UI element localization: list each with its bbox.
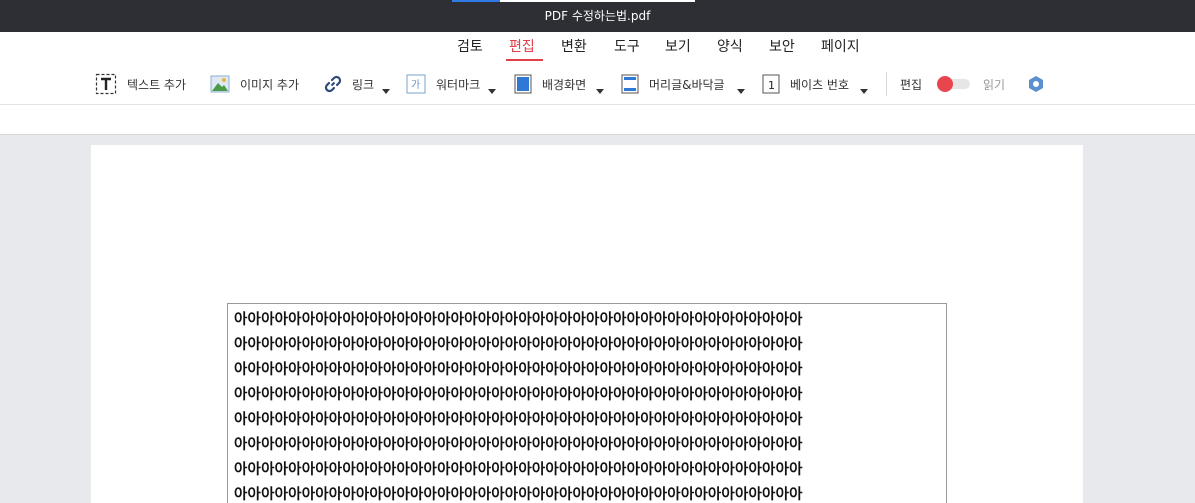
watermark-icon: 가 <box>406 74 426 94</box>
image-icon <box>210 75 230 93</box>
text-line[interactable]: 아아아아아아아아아아아아아아아아아아아아아아아아아아아아아아아아아아아아아아아아… <box>234 386 803 404</box>
watermark-label: 워터마크 <box>436 77 481 92</box>
background-label: 배경화면 <box>542 77 587 92</box>
svg-text:가: 가 <box>411 79 420 91</box>
link-button[interactable]: 링크 <box>324 64 374 104</box>
text-line[interactable]: 아아아아아아아아아아아아아아아아아아아아아아아아아아아아아아아아아아아아아아아아… <box>234 411 803 429</box>
background-button[interactable]: 배경화면 <box>514 64 586 104</box>
menu-form[interactable]: 양식 <box>717 38 743 56</box>
text-line[interactable]: 아아아아아아아아아아아아아아아아아아아아아아아아아아아아아아아아아아아아아아아아… <box>234 336 803 354</box>
text-line[interactable]: 아아아아아아아아아아아아아아아아아아아아아아아아아아아아아아아아아아아아아아아아… <box>234 361 803 379</box>
header-footer-icon <box>621 74 639 94</box>
text-line[interactable]: 아아아아아아아아아아아아아아아아아아아아아아아아아아아아아아아아아아아아아아아아… <box>234 311 803 329</box>
text-line[interactable]: 아아아아아아아아아아아아아아아아아아아아아아아아아아아아아아아아아아아아아아아아… <box>234 436 803 454</box>
text-box-icon <box>95 73 117 95</box>
secondary-toolbar <box>0 104 1195 135</box>
add-image-button[interactable]: 이미지 추가 <box>210 64 299 104</box>
menu-convert[interactable]: 변환 <box>561 38 587 56</box>
text-box[interactable]: 아아아아아아아아아아아아아아아아아아아아아아아아아아아아아아아아아아아아아아아아… <box>227 303 947 503</box>
background-icon <box>514 74 532 94</box>
settings-button[interactable] <box>1027 64 1045 104</box>
window-title: PDF 수정하는법.pdf <box>544 9 651 23</box>
edit-mode-label: 편집 <box>900 77 923 92</box>
link-icon <box>324 75 342 93</box>
link-label: 링크 <box>352 77 375 92</box>
number-icon: 1 <box>762 74 780 94</box>
menu-edit[interactable]: 편집 <box>509 38 535 56</box>
svg-text:1: 1 <box>768 79 775 92</box>
menu-page[interactable]: 페이지 <box>821 38 860 56</box>
text-line[interactable]: 아아아아아아아아아아아아아아아아아아아아아아아아아아아아아아아아아아아아아아아아… <box>234 461 803 479</box>
menu-view[interactable]: 보기 <box>665 38 691 56</box>
hexagon-settings-icon <box>1027 75 1045 93</box>
menu-bar: 검토 편집 변환 도구 보기 양식 보안 페이지 <box>0 32 1195 64</box>
menu-review[interactable]: 검토 <box>457 38 483 56</box>
header-footer-dropdown-icon[interactable] <box>737 89 745 94</box>
header-footer-button[interactable]: 머리글&바닥글 <box>621 64 725 104</box>
toolbar-divider <box>886 72 887 96</box>
add-image-label: 이미지 추가 <box>240 77 300 92</box>
background-dropdown-icon[interactable] <box>596 89 604 94</box>
header-footer-label: 머리글&바닥글 <box>649 77 725 92</box>
edit-toolbar: 텍스트 추가 이미지 추가 링크 가 워터마크 배경화면 머리글&바닥글 1 베… <box>0 64 1195 104</box>
link-dropdown-icon[interactable] <box>382 89 390 94</box>
menu-security[interactable]: 보안 <box>769 38 795 56</box>
active-tab-indicator <box>452 0 500 2</box>
read-mode-label-wrap: 읽기 <box>983 64 1005 104</box>
bates-number-label: 베이츠 번호 <box>790 77 850 92</box>
bates-number-button[interactable]: 1 베이츠 번호 <box>762 64 849 104</box>
text-line[interactable]: 아아아아아아아아아아아아아아아아아아아아아아아아아아아아아아아아아아아아아아아아… <box>234 486 803 503</box>
add-text-label: 텍스트 추가 <box>127 77 187 92</box>
edit-mode-label-wrap: 편집 <box>900 64 922 104</box>
edit-read-toggle-knob[interactable] <box>937 76 953 92</box>
watermark-dropdown-icon[interactable] <box>488 89 496 94</box>
read-mode-label: 읽기 <box>983 77 1006 92</box>
title-bar: PDF 수정하는법.pdf <box>0 0 1195 32</box>
active-menu-underline <box>506 59 543 61</box>
watermark-button[interactable]: 가 워터마크 <box>406 64 480 104</box>
add-text-button[interactable]: 텍스트 추가 <box>95 64 186 104</box>
menu-tools[interactable]: 도구 <box>614 38 640 56</box>
bates-number-dropdown-icon[interactable] <box>860 89 868 94</box>
tab-strip[interactable] <box>500 0 695 2</box>
